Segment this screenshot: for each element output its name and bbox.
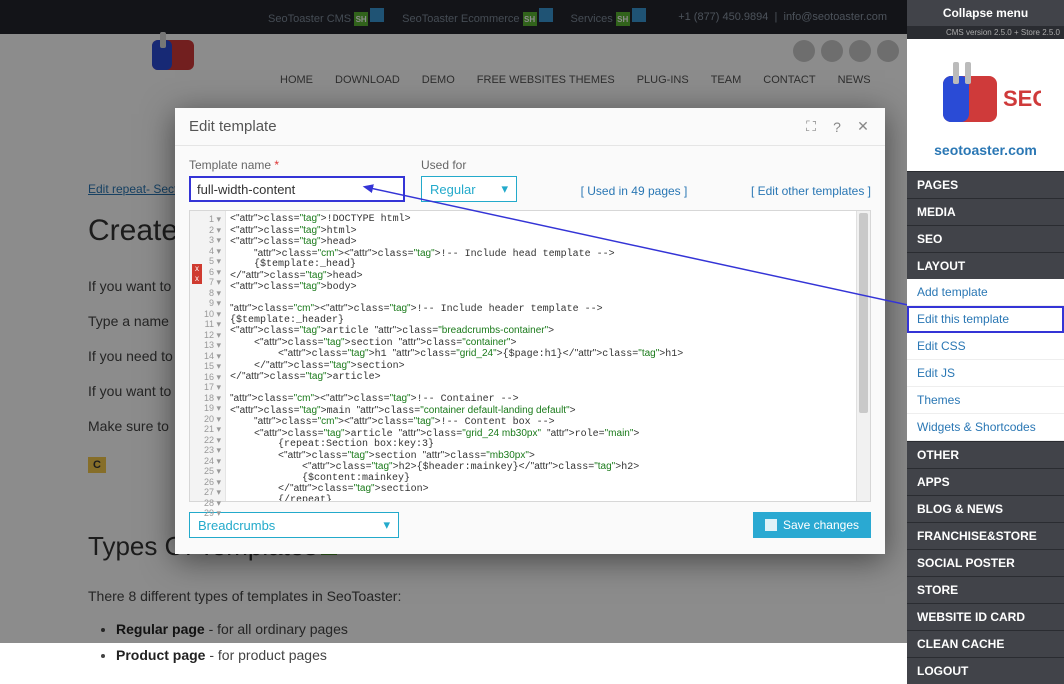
sidebar-section-franchise[interactable]: FRANCHISE&STORE xyxy=(907,522,1064,549)
template-name-label: Template name * xyxy=(189,158,405,172)
sidebar-section-layout[interactable]: LAYOUT xyxy=(907,252,1064,279)
sidebar-item-edit-this-template[interactable]: Edit this template xyxy=(907,306,1064,333)
sidebar-section-apps[interactable]: APPS xyxy=(907,468,1064,495)
admin-logo[interactable]: SEO seotoaster.com xyxy=(907,39,1064,171)
sidebar-section-blog[interactable]: BLOG & NEWS xyxy=(907,495,1064,522)
edit-template-modal: Edit template ⛶ ? ✕ Template name * Used… xyxy=(175,108,885,554)
sidebar-item-themes[interactable]: Themes xyxy=(907,387,1064,414)
sidebar-section-pages[interactable]: PAGES xyxy=(907,171,1064,198)
sidebar-section-logout[interactable]: LOGOUT xyxy=(907,657,1064,684)
chevron-down-icon: ▾ xyxy=(383,517,390,533)
version-text: CMS version 2.5.0 + Store 2.5.0 xyxy=(907,26,1064,39)
sidebar-section-idcard[interactable]: WEBSITE ID CARD xyxy=(907,603,1064,630)
admin-brand-text: seotoaster.com xyxy=(934,142,1037,158)
sidebar-section-media[interactable]: MEDIA xyxy=(907,198,1064,225)
used-for-label: Used for xyxy=(421,158,517,172)
sidebar-item-edit-js[interactable]: Edit JS xyxy=(907,360,1064,387)
save-button[interactable]: Save changes xyxy=(753,512,871,538)
edit-other-templates-link[interactable]: [ Edit other templates ] xyxy=(751,184,871,198)
svg-text:SEO: SEO xyxy=(1003,86,1041,111)
editor-gutter: x x 1 ▾2 ▾3 ▾4 ▾5 ▾6 ▾7 ▾8 ▾9 ▾10 ▾11 ▾1… xyxy=(190,211,226,501)
editor-scrollbar[interactable] xyxy=(856,211,870,501)
modal-title: Edit template xyxy=(189,118,277,135)
code-editor[interactable]: x x 1 ▾2 ▾3 ▾4 ▾5 ▾6 ▾7 ▾8 ▾9 ▾10 ▾11 ▾1… xyxy=(189,210,871,502)
used-in-pages-link[interactable]: [ Used in 49 pages ] xyxy=(581,184,688,198)
list-item: Product page - for product pages xyxy=(116,647,868,663)
sidebar-section-other[interactable]: OTHER xyxy=(907,441,1064,468)
error-marker-icon[interactable]: x xyxy=(192,274,202,284)
help-icon[interactable]: ? xyxy=(829,119,845,135)
used-for-select[interactable]: Regular▾ xyxy=(421,176,517,202)
scrollbar-thumb[interactable] xyxy=(859,213,868,413)
sidebar-item-widgets[interactable]: Widgets & Shortcodes xyxy=(907,414,1064,441)
sidebar-item-edit-css[interactable]: Edit CSS xyxy=(907,333,1064,360)
sidebar-section-social[interactable]: SOCIAL POSTER xyxy=(907,549,1064,576)
chevron-down-icon: ▾ xyxy=(501,181,508,197)
sidebar-section-cleancache[interactable]: CLEAN CACHE xyxy=(907,630,1064,657)
save-icon xyxy=(765,519,777,531)
sidebar-section-seo[interactable]: SEO xyxy=(907,225,1064,252)
error-marker-icon[interactable]: x xyxy=(192,264,202,274)
fullscreen-icon[interactable]: ⛶ xyxy=(803,119,819,135)
sidebar-section-store[interactable]: STORE xyxy=(907,576,1064,603)
template-name-input[interactable] xyxy=(189,176,405,202)
editor-code-area[interactable]: <"attr">class="tag">!DOCTYPE html> <"att… xyxy=(226,211,856,501)
close-icon[interactable]: ✕ xyxy=(855,119,871,135)
admin-sidebar: Collapse menu CMS version 2.5.0 + Store … xyxy=(907,0,1064,643)
sidebar-item-add-template[interactable]: Add template xyxy=(907,279,1064,306)
collapse-menu-button[interactable]: Collapse menu xyxy=(907,0,1064,26)
